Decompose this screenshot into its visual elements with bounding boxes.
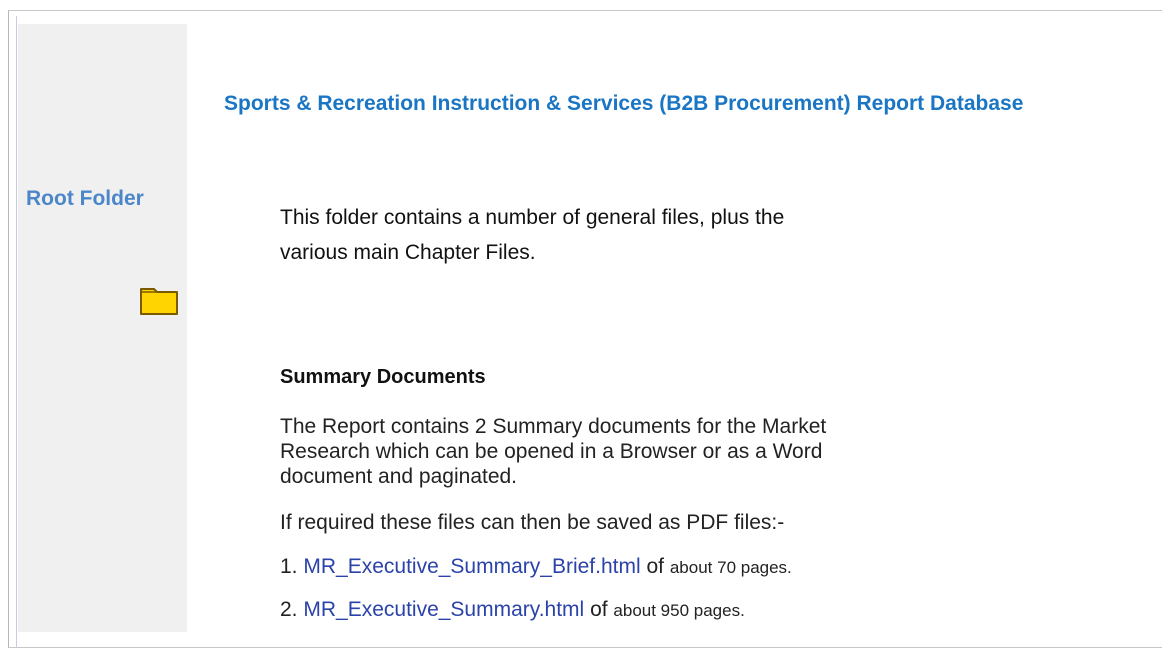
summary-documents-heading: Summary Documents [280,366,486,388]
page-count: about 950 pages. [613,601,745,620]
document-list-item: 2. MR_Executive_Summary.html of about 95… [280,598,745,622]
root-folder-label: Root Folder [26,187,144,210]
list-number: 1. [280,555,298,578]
frame-divider [16,16,17,648]
of-label: of [646,555,664,578]
summary-description: The Report contains 2 Summary documents … [280,415,827,488]
sidebar: Root Folder [18,24,187,632]
folder-description: This folder contains a number of general… [280,206,785,264]
list-number: 2. [280,598,298,621]
executive-summary-link[interactable]: MR_Executive_Summary.html [303,598,584,621]
folder-icon[interactable] [140,286,178,315]
pdf-save-note: If required these files can then be save… [280,511,785,534]
executive-summary-brief-link[interactable]: MR_Executive_Summary_Brief.html [303,555,640,578]
page-count: about 70 pages. [669,558,792,577]
document-list-item: 1. MR_Executive_Summary_Brief.html of ab… [280,555,792,579]
page-title: Sports & Recreation Instruction & Servic… [224,92,1024,115]
of-label: of [590,598,608,621]
